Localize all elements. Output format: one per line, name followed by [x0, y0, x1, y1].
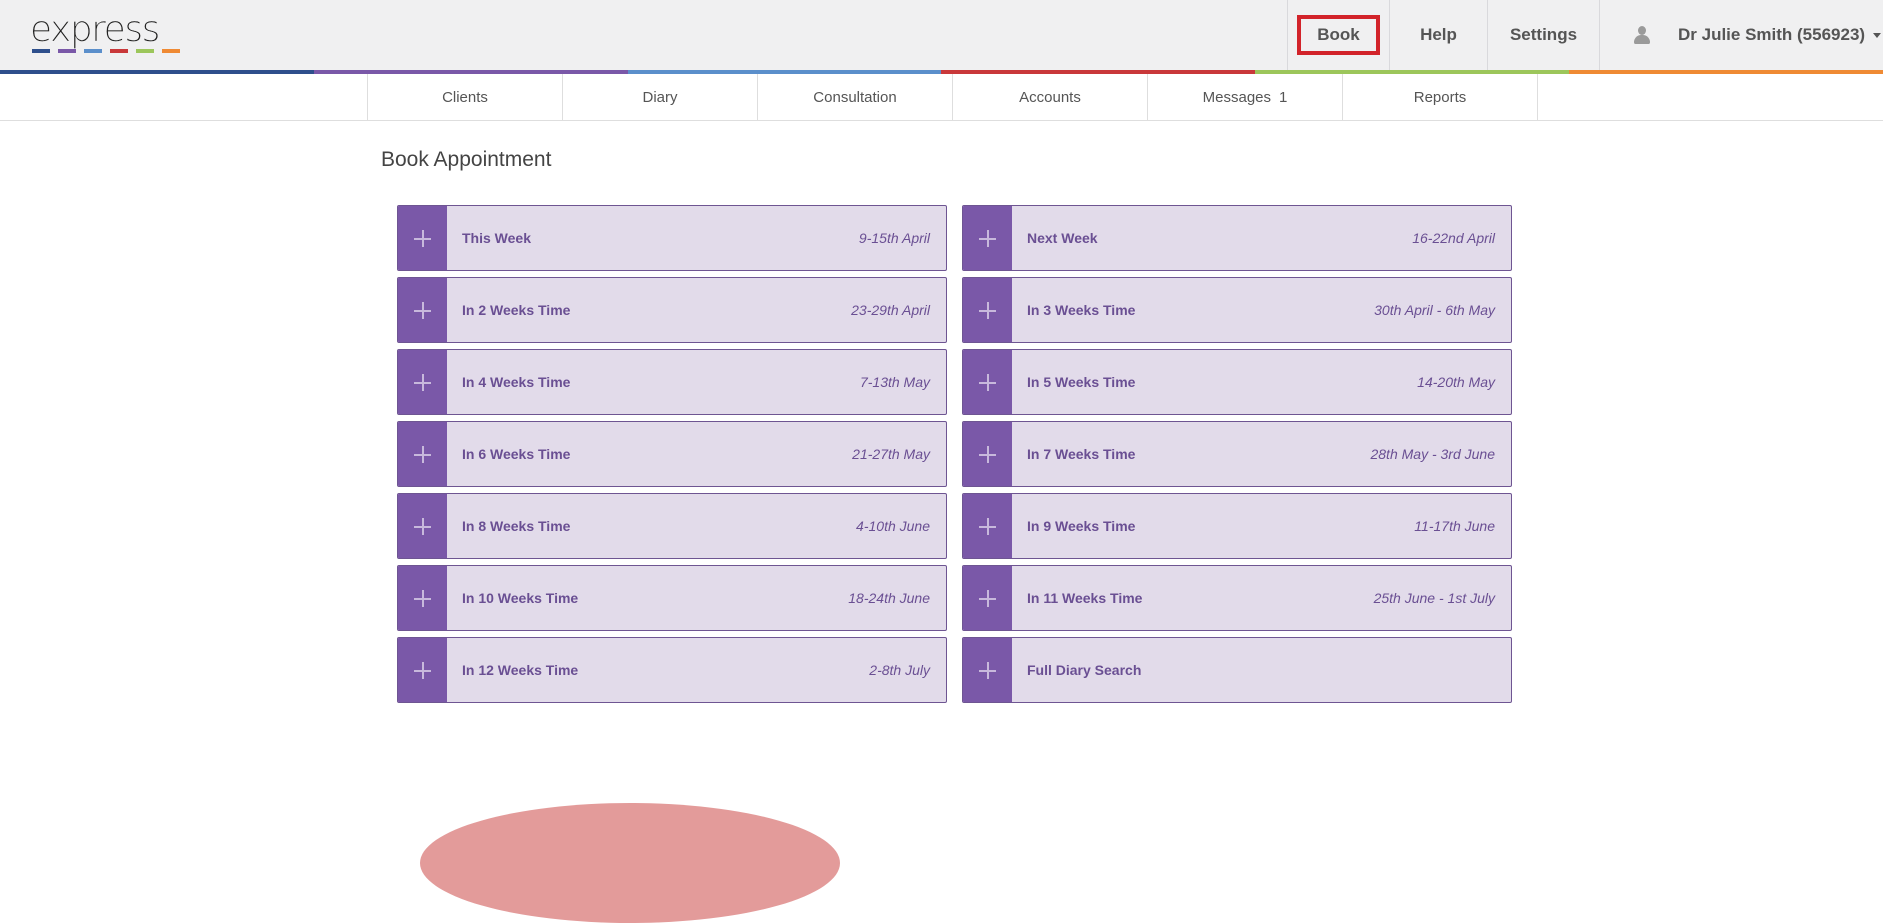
- card-label: In 9 Weeks Time: [1027, 518, 1136, 534]
- caret-down-icon: [1873, 32, 1882, 38]
- tab-label: Clients: [442, 88, 488, 106]
- tab-messages[interactable]: Messages 1: [1148, 74, 1343, 120]
- card-date-range: 4-10th June: [856, 518, 930, 534]
- card-label: In 7 Weeks Time: [1027, 446, 1136, 462]
- express-logo[interactable]: express: [30, 9, 182, 56]
- appointment-card-this-week[interactable]: This Week 9-15th April: [397, 205, 947, 271]
- plus-icon[interactable]: [963, 422, 1012, 486]
- plus-icon[interactable]: [398, 494, 447, 558]
- plus-icon[interactable]: [398, 422, 447, 486]
- tab-reports[interactable]: Reports: [1343, 74, 1538, 120]
- settings-button[interactable]: Settings: [1487, 0, 1599, 70]
- tab-label: Diary: [642, 88, 678, 106]
- plus-icon[interactable]: [963, 350, 1012, 414]
- logo-text: express: [30, 9, 161, 50]
- tab-accounts[interactable]: Accounts: [953, 74, 1148, 120]
- decorative-shape: [420, 803, 840, 923]
- card-date-range: 2-8th July: [869, 662, 930, 678]
- tab-label: Consultation: [813, 88, 897, 106]
- card-date-range: 25th June - 1st July: [1373, 590, 1495, 606]
- card-date-range: 28th May - 3rd June: [1370, 446, 1495, 462]
- card-label: Full Diary Search: [1027, 662, 1142, 678]
- card-date-range: 9-15th April: [858, 230, 930, 246]
- card-date-range: 30th April - 6th May: [1374, 302, 1495, 318]
- book-nav-item[interactable]: Book: [1287, 0, 1389, 70]
- plus-icon[interactable]: [963, 638, 1012, 702]
- appointment-card-3-weeks[interactable]: In 3 Weeks Time 30th April - 6th May: [962, 277, 1512, 343]
- card-label: In 8 Weeks Time: [462, 518, 571, 534]
- plus-icon[interactable]: [398, 638, 447, 702]
- card-date-range: 11-17th June: [1414, 518, 1495, 534]
- tab-label: Reports: [1413, 88, 1467, 106]
- full-diary-search-card[interactable]: Full Diary Search: [962, 637, 1512, 703]
- user-menu[interactable]: Dr Julie Smith (556923): [1599, 0, 1883, 70]
- plus-icon[interactable]: [963, 278, 1012, 342]
- card-label: In 5 Weeks Time: [1027, 374, 1136, 390]
- card-label: In 6 Weeks Time: [462, 446, 571, 462]
- plus-icon[interactable]: [963, 494, 1012, 558]
- logo-bar: [58, 49, 76, 53]
- plus-icon[interactable]: [963, 206, 1012, 270]
- card-date-range: 18-24th June: [848, 590, 930, 606]
- appointment-card-10-weeks[interactable]: In 10 Weeks Time 18-24th June: [397, 565, 947, 631]
- card-label: In 3 Weeks Time: [1027, 302, 1136, 318]
- card-label: In 10 Weeks Time: [462, 590, 579, 606]
- plus-icon[interactable]: [398, 206, 447, 270]
- card-date-range: 16-22nd April: [1412, 230, 1495, 246]
- user-icon: [1634, 26, 1650, 44]
- card-date-range: 23-29th April: [851, 302, 930, 318]
- logo-bar: [32, 49, 50, 53]
- card-label: In 2 Weeks Time: [462, 302, 571, 318]
- messages-count-badge: 1: [1279, 88, 1288, 106]
- card-date-range: [1495, 638, 1511, 702]
- page-title: Book Appointment: [381, 148, 552, 171]
- card-label: This Week: [462, 230, 531, 246]
- appointment-card-8-weeks[interactable]: In 8 Weeks Time 4-10th June: [397, 493, 947, 559]
- appointment-card-7-weeks[interactable]: In 7 Weeks Time 28th May - 3rd June: [962, 421, 1512, 487]
- main-navigation: Clients Diary Consultation Accounts Mess…: [0, 74, 1883, 121]
- logo-bar: [110, 49, 128, 53]
- appointment-card-5-weeks[interactable]: In 5 Weeks Time 14-20th May: [962, 349, 1512, 415]
- logo-bar: [84, 49, 102, 53]
- card-label: In 11 Weeks Time: [1027, 590, 1143, 606]
- appointment-card-6-weeks[interactable]: In 6 Weeks Time 21-27th May: [397, 421, 947, 487]
- plus-icon[interactable]: [398, 278, 447, 342]
- logo-bar: [162, 49, 180, 53]
- appointment-card-11-weeks[interactable]: In 11 Weeks Time 25th June - 1st July: [962, 565, 1512, 631]
- tab-diary[interactable]: Diary: [563, 74, 758, 120]
- logo-color-bars: [32, 49, 180, 53]
- appointment-card-next-week[interactable]: Next Week 16-22nd April: [962, 205, 1512, 271]
- plus-icon[interactable]: [963, 566, 1012, 630]
- logo-bar: [136, 49, 154, 53]
- top-header: express Book Help Settings Dr Julie Smit…: [0, 0, 1883, 70]
- top-navigation: Book Help Settings Dr Julie Smith (55692…: [1287, 0, 1883, 70]
- tab-label: Messages: [1202, 88, 1272, 106]
- appointment-card-9-weeks[interactable]: In 9 Weeks Time 11-17th June: [962, 493, 1512, 559]
- appointment-grid: This Week 9-15th April Next Week 16-22nd…: [397, 205, 1512, 703]
- card-date-range: 14-20th May: [1417, 374, 1495, 390]
- help-button[interactable]: Help: [1389, 0, 1487, 70]
- tab-clients[interactable]: Clients: [368, 74, 563, 120]
- card-date-range: 21-27th May: [852, 446, 930, 462]
- plus-icon[interactable]: [398, 350, 447, 414]
- appointment-card-12-weeks[interactable]: In 12 Weeks Time 2-8th July: [397, 637, 947, 703]
- book-button[interactable]: Book: [1297, 15, 1380, 55]
- plus-icon[interactable]: [398, 566, 447, 630]
- card-label: In 4 Weeks Time: [462, 374, 571, 390]
- user-name: Dr Julie Smith (556923): [1678, 25, 1866, 44]
- tab-label: Accounts: [1019, 88, 1081, 106]
- card-label: In 12 Weeks Time: [462, 662, 579, 678]
- card-date-range: 7-13th May: [859, 374, 930, 390]
- appointment-card-2-weeks[interactable]: In 2 Weeks Time 23-29th April: [397, 277, 947, 343]
- card-label: Next Week: [1027, 230, 1098, 246]
- appointment-card-4-weeks[interactable]: In 4 Weeks Time 7-13th May: [397, 349, 947, 415]
- tab-consultation[interactable]: Consultation: [758, 74, 953, 120]
